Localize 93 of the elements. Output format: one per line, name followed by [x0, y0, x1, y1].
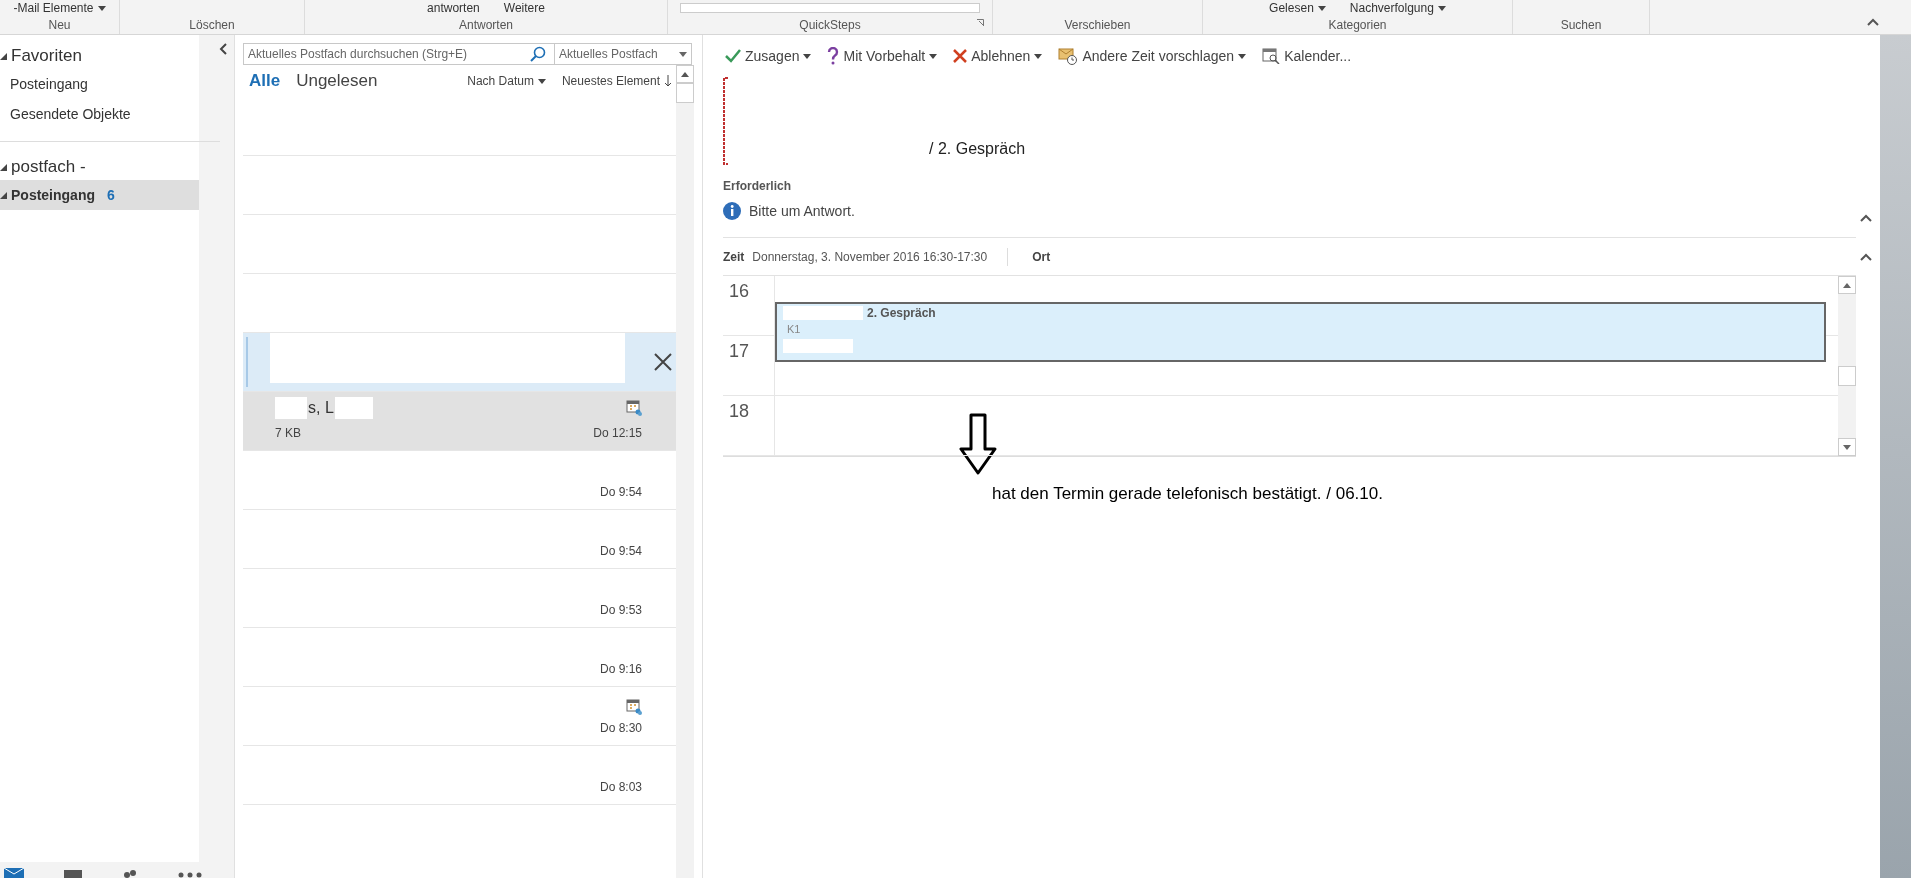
filter-tab[interactable]: Ungelesen	[296, 68, 378, 94]
message-time: Do 12:15	[593, 425, 642, 442]
redaction-block	[275, 397, 307, 419]
time-label: Zeit	[723, 248, 745, 266]
envelope-clock-icon	[1058, 47, 1079, 65]
message-row[interactable]: s, L 7 KB Do 12:15	[243, 392, 676, 451]
meeting-subject: / 2. Gespräch	[929, 139, 1026, 159]
filter-tab[interactable]: Alle	[249, 68, 281, 94]
ribbon-label[interactable]: -Mail Elemente	[13, 2, 94, 14]
caret-icon	[929, 53, 938, 59]
scrollbar-thumb[interactable]	[676, 83, 694, 103]
redaction-block	[783, 338, 853, 353]
ribbon-group-label: Neu	[48, 17, 71, 34]
ribbon-group-label: Suchen	[1560, 17, 1602, 34]
message-time: Do 8:03	[599, 779, 642, 796]
expand-triangle-icon[interactable]	[0, 52, 7, 60]
down-arrow-icon	[664, 75, 672, 87]
response-button[interactable]: Mit Vorbehalt	[827, 45, 938, 67]
response-button[interactable]: Kalender...	[1262, 45, 1352, 67]
question-mark-icon	[827, 47, 840, 65]
scroll-up-icon[interactable]	[1843, 282, 1851, 288]
calendar-scrollbar[interactable]	[1838, 276, 1856, 456]
calendar-search-icon	[1262, 48, 1281, 64]
favorites-header[interactable]: Favoriten	[11, 43, 82, 69]
folder-item[interactable]: Posteingang	[0, 69, 199, 99]
caret-icon	[1238, 53, 1247, 59]
response-button[interactable]: Andere Zeit vorschlagen	[1058, 45, 1247, 67]
expand-triangle-icon[interactable]	[0, 191, 7, 199]
message-time: Do 9:54	[599, 543, 642, 560]
ribbon-label[interactable]: antworten	[427, 2, 480, 14]
dialog-launcher-icon[interactable]	[977, 19, 984, 26]
collapse-chevron-icon[interactable]	[1860, 252, 1872, 261]
people-icon[interactable]	[122, 870, 138, 878]
ribbon-label[interactable]: Nachverfolgung	[1349, 2, 1434, 14]
caret-icon	[97, 5, 106, 11]
location-label: Ort	[1032, 248, 1051, 266]
time-value: Donnerstag, 3. November 2016 16:30-17:30	[752, 248, 988, 266]
appointment-location: K1	[787, 322, 802, 337]
required-label: Erforderlich	[723, 178, 792, 195]
hour-label: 18	[723, 396, 775, 455]
response-button[interactable]: Zusagen	[725, 45, 812, 67]
folder-item[interactable]: Gesendete Objekte	[0, 99, 199, 129]
scrollbar[interactable]	[676, 65, 694, 878]
message-time: Do 9:53	[599, 602, 642, 619]
info-text: Bitte um Antwort.	[749, 201, 855, 221]
message-time: Do 8:30	[599, 720, 642, 737]
folder-item[interactable]: Posteingang 6	[0, 180, 199, 210]
message-time: Do 9:16	[599, 661, 642, 678]
ribbon-group-label: QuickSteps	[799, 17, 861, 34]
unread-count: 6	[107, 185, 115, 205]
ribbon-group-label: Antworten	[459, 17, 513, 34]
more-icon[interactable]	[178, 872, 202, 878]
calendar-people-icon	[626, 699, 642, 715]
sort-order-button[interactable]: Neuestes Element	[561, 72, 672, 90]
search-icon[interactable]	[530, 46, 546, 62]
calendar-people-icon	[626, 400, 642, 416]
caret-icon	[1437, 5, 1446, 11]
caret-icon	[679, 51, 687, 57]
ribbon-group-label: Löschen	[189, 17, 235, 34]
info-icon	[723, 202, 741, 220]
down-arrow-annotation	[958, 413, 998, 475]
caret-icon	[1317, 5, 1326, 11]
message-time: Do 9:54	[599, 484, 642, 501]
caret-icon	[537, 78, 546, 84]
close-icon[interactable]	[654, 353, 672, 371]
caret-icon	[803, 53, 812, 59]
scrollbar-thumb[interactable]	[1838, 366, 1856, 386]
scroll-up-icon[interactable]	[681, 71, 689, 77]
mailbox-header[interactable]: postfach -	[11, 154, 86, 180]
expand-triangle-icon[interactable]	[0, 163, 7, 171]
ribbon-label[interactable]: Weitere	[503, 2, 545, 14]
search-field[interactable]: Aktuelles Postfach durchsuchen (Strg+E) Aktuelles Postfach	[243, 43, 692, 65]
appointment-block[interactable]: 2. Gespräch K1	[775, 302, 1826, 362]
appointment-title: 2. Gespräch	[867, 305, 936, 322]
cross-icon	[953, 49, 968, 63]
sort-by-dropdown[interactable]: Nach Datum	[467, 72, 546, 90]
ribbon-group-label: Verschieben	[1064, 17, 1131, 34]
scroll-down-icon[interactable]	[1843, 444, 1851, 450]
caret-icon	[1034, 53, 1043, 59]
redaction-block	[334, 397, 373, 419]
collapse-pane-icon[interactable]	[219, 43, 227, 55]
ribbon-label[interactable]: Gelesen	[1269, 2, 1314, 14]
collapse-chevron-icon[interactable]	[1867, 18, 1879, 26]
response-button[interactable]: Ablehnen	[953, 45, 1043, 67]
annotation-text: hat den Termin gerade telefonisch bestätigt. / 06.10.	[992, 483, 1383, 505]
mail-icon[interactable]	[4, 868, 24, 878]
ribbon-group-label: Kategorien	[1328, 17, 1387, 34]
collapse-chevron-icon[interactable]	[1860, 214, 1872, 222]
message-size: 7 KB	[275, 425, 301, 442]
check-icon	[725, 49, 741, 63]
folder-name: Posteingang	[11, 185, 95, 205]
search-scope-dropdown[interactable]: Aktuelles Postfach	[554, 44, 691, 64]
message-sender: s, L	[307, 398, 335, 418]
